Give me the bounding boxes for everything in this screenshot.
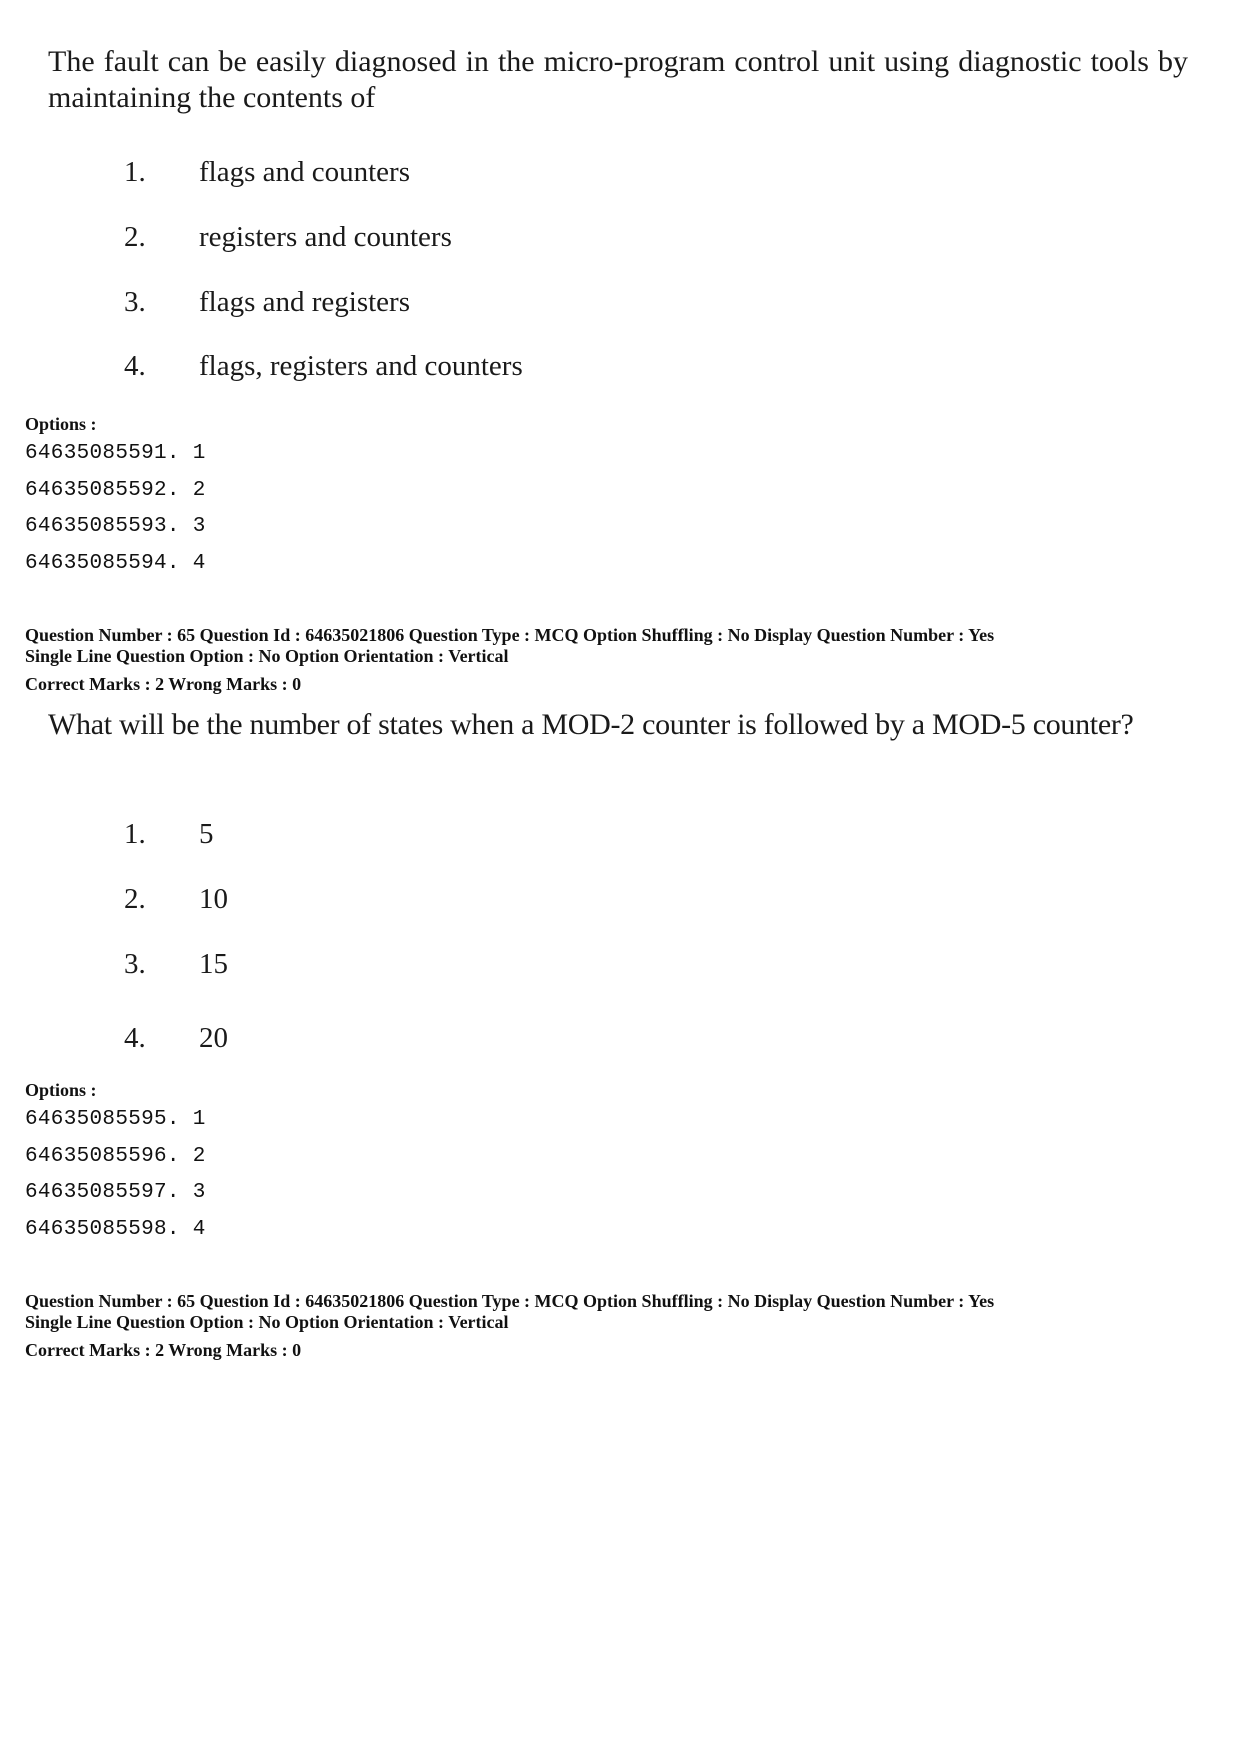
choice-text: 20 <box>199 1022 228 1054</box>
option-id: 64635085591. 1 <box>25 442 206 465</box>
choice-number: 3. <box>124 948 146 980</box>
choice-number: 2. <box>124 221 146 253</box>
option-id: 64635085592. 2 <box>25 479 206 502</box>
choice-number: 1. <box>124 156 146 188</box>
options-label: Options : <box>25 414 97 434</box>
question-2-text: What will be the number of states when a… <box>48 708 1134 741</box>
choice-number: 4. <box>124 350 146 382</box>
option-id: 64635085597. 3 <box>25 1181 206 1204</box>
choice-text: registers and counters <box>199 221 452 253</box>
marks-line: Correct Marks : 2 Wrong Marks : 0 <box>25 1340 302 1360</box>
choice-number: 3. <box>124 286 146 318</box>
question-meta-line: Single Line Question Option : No Option … <box>25 646 509 666</box>
marks-line: Correct Marks : 2 Wrong Marks : 0 <box>25 674 302 694</box>
choice-text: 10 <box>199 883 228 915</box>
choice-number: 4. <box>124 1022 146 1054</box>
question-meta-line: Question Number : 65 Question Id : 64635… <box>25 625 995 645</box>
question-meta-line: Single Line Question Option : No Option … <box>25 1312 509 1332</box>
question-meta-line: Question Number : 65 Question Id : 64635… <box>25 1291 995 1311</box>
option-id: 64635085598. 4 <box>25 1218 206 1241</box>
choice-number: 2. <box>124 883 146 915</box>
option-id: 64635085594. 4 <box>25 552 206 575</box>
option-id: 64635085596. 2 <box>25 1145 206 1168</box>
options-label: Options : <box>25 1080 97 1100</box>
choice-text: 15 <box>199 948 228 980</box>
choice-text: flags and counters <box>199 156 410 188</box>
choice-number: 1. <box>124 818 146 850</box>
option-id: 64635085595. 1 <box>25 1108 206 1131</box>
option-id: 64635085593. 3 <box>25 515 206 538</box>
question-1-text: The fault can be easily diagnosed in the… <box>48 45 1188 114</box>
choice-text: flags and registers <box>199 286 410 318</box>
choice-text: 5 <box>199 818 214 850</box>
choice-text: flags, registers and counters <box>199 350 523 382</box>
